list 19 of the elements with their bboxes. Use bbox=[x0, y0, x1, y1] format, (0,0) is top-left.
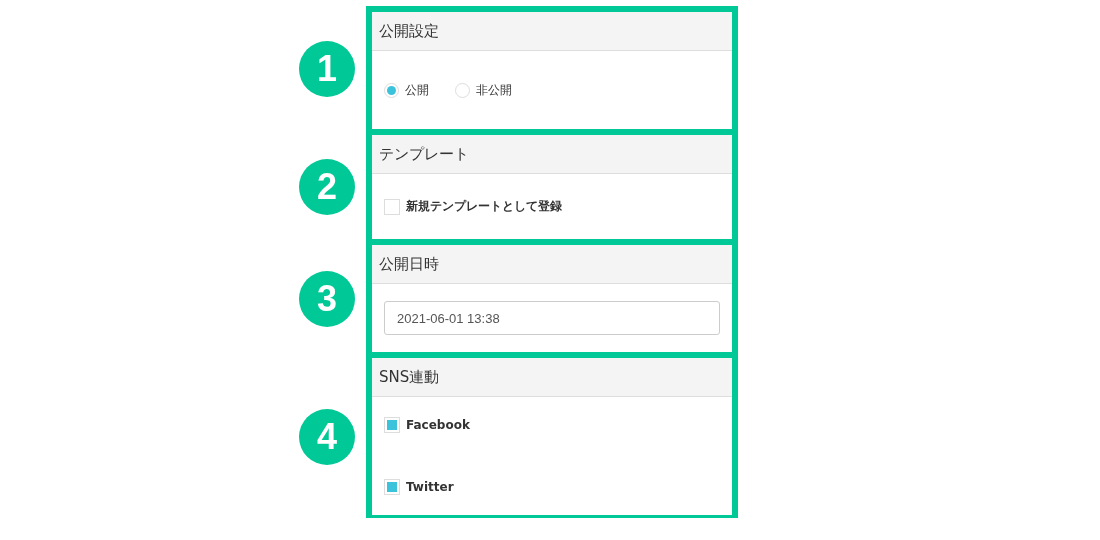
panel-header: 公開日時 bbox=[372, 245, 732, 284]
checkbox-label: Twitter bbox=[406, 480, 454, 494]
panel-header: テンプレート bbox=[372, 135, 732, 174]
panel-header: 公開設定 bbox=[372, 12, 732, 51]
checkbox-label: 新規テンプレートとして登録 bbox=[406, 198, 562, 215]
checkbox[interactable] bbox=[384, 479, 400, 495]
step-number-badge: 4 bbox=[299, 408, 355, 465]
checkbox[interactable] bbox=[384, 417, 400, 433]
datetime-field[interactable]: 2021-06-01 13:38 bbox=[384, 301, 720, 335]
panel-header: SNS連動 bbox=[372, 358, 732, 397]
radio-option[interactable]: 公開 bbox=[384, 81, 429, 99]
step-number-badge: 1 bbox=[299, 41, 355, 97]
checkbox[interactable] bbox=[384, 198, 400, 215]
radio-option[interactable]: 非公開 bbox=[455, 81, 512, 99]
step-number-badge: 3 bbox=[299, 270, 355, 327]
radio-label: 公開 bbox=[405, 81, 429, 99]
step-number-badge: 2 bbox=[299, 159, 355, 215]
checkbox-label: Facebook bbox=[406, 418, 470, 432]
radio-label: 非公開 bbox=[476, 81, 512, 99]
